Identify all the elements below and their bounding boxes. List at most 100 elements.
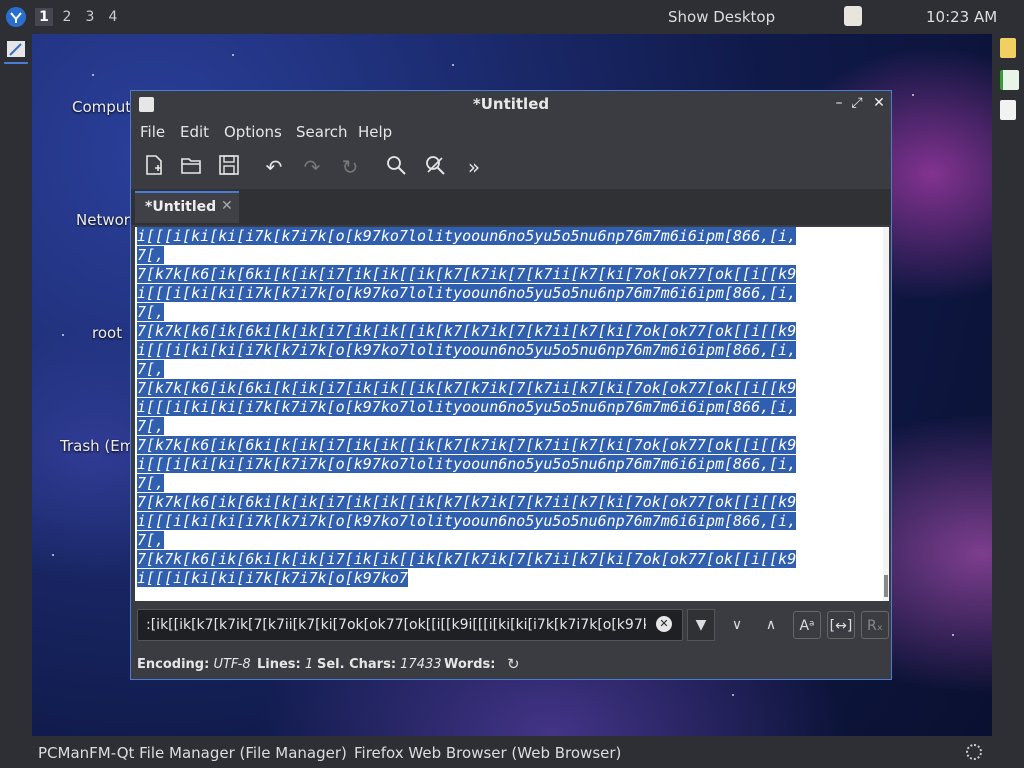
clock[interactable]: 10:23 AM: [926, 8, 997, 26]
selected-text: 7[k7k[k6[ik[6ki[k[ik[i7[ik[ik[[ik[k7[k7i…: [137, 436, 797, 454]
editor-line: i[[[i[ki[ki[i7k[k7i7k[o[k97ko7lolityooun…: [137, 341, 873, 360]
menu-options[interactable]: Options: [224, 123, 282, 141]
clear-search-icon[interactable]: ✕: [656, 616, 672, 632]
regex-icon[interactable]: Rₓ: [861, 611, 889, 639]
editor-line: 7[k7k[k6[ik[6ki[k[ik[i7[ik[ik[[ik[k7[k7i…: [137, 493, 873, 512]
open-folder-icon[interactable]: [178, 154, 204, 180]
selected-text: i[[[i[ki[ki[i7k[k7i7k[o[k97ko7lolityooun…: [137, 341, 797, 359]
selected-text: 7[,: [137, 531, 165, 549]
editor-line: 7[,: [137, 360, 873, 379]
search-history-dropdown[interactable]: ▼: [687, 609, 715, 641]
editor-line: 7[,: [137, 303, 873, 322]
top-panel: 1 2 3 4 Show Desktop 10:23 AM: [0, 0, 1024, 34]
taskbar-item-firefox[interactable]: Firefox Web Browser (Web Browser): [354, 744, 621, 762]
scrollbar-thumb[interactable]: [884, 575, 888, 597]
match-case-icon[interactable]: Aᵃ: [793, 611, 821, 639]
editor-line: i[[[i[ki[ki[i7k[k7i7k[o[k97ko7lolityooun…: [137, 512, 873, 531]
editor-line: 7[,: [137, 246, 873, 265]
more-icon[interactable]: »: [461, 154, 487, 180]
spreadsheet-icon[interactable]: [1000, 70, 1019, 90]
taskbar: PCManFM-Qt File Manager (File Manager) F…: [0, 736, 1024, 768]
selected-text: 7[,: [137, 417, 165, 435]
editor-line: 7[,: [137, 474, 873, 493]
refresh-word-count-icon[interactable]: ↻: [507, 655, 520, 673]
find-icon[interactable]: [383, 154, 409, 180]
editor-line: i[[[i[ki[ki[i7k[k7i7k[o[k97ko7lolityooun…: [137, 227, 873, 246]
minimize-button[interactable]: –: [831, 95, 847, 113]
settings-tray-icon[interactable]: [966, 744, 982, 760]
menubar: File Edit Options Search Help: [131, 119, 891, 145]
encoding-status: Encoding: UTF-8: [137, 657, 251, 672]
editor-line: 7[,: [137, 417, 873, 436]
selected-text: i[[[i[ki[ki[i7k[k7i7k[o[k97ko7: [137, 569, 408, 587]
application-menu-button[interactable]: [4, 5, 28, 29]
workspace-1-button[interactable]: 1: [35, 8, 53, 26]
tab-close-icon[interactable]: ✕: [221, 198, 233, 214]
new-document-icon[interactable]: [141, 154, 167, 180]
featherpad-icon: [7, 41, 25, 57]
menu-search[interactable]: Search: [296, 123, 348, 141]
workspace-4-button[interactable]: 4: [104, 8, 122, 26]
desktop-icon-root[interactable]: root: [92, 324, 122, 342]
vertical-scrollbar[interactable]: [883, 227, 889, 601]
selected-text: 7[k7k[k6[ik[6ki[k[ik[i7[ik[ik[[ik[k7[k7i…: [137, 265, 797, 283]
selected-text: 7[,: [137, 360, 165, 378]
editor-line: i[[[i[ki[ki[i7k[k7i7k[o[k97ko7: [137, 569, 873, 588]
save-icon[interactable]: [216, 154, 242, 180]
app-menu-icon: [6, 7, 26, 27]
editor-line: 7[k7k[k6[ik[6ki[k[ik[i7[ik[ik[[ik[k7[k7i…: [137, 322, 873, 341]
selected-text: 7[,: [137, 474, 165, 492]
clipboard-icon[interactable]: [844, 6, 862, 26]
reload-icon[interactable]: ↻: [337, 154, 363, 180]
desktop-icon-label: Comput: [72, 98, 132, 116]
formula-document-icon[interactable]: [1000, 100, 1016, 120]
editor-line: i[[[i[ki[ki[i7k[k7i7k[o[k97ko7lolityooun…: [137, 455, 873, 474]
find-previous-icon[interactable]: ∧: [757, 611, 785, 639]
search-input-text: :[ik[[ik[k7[k7ik[7[k7ii[k7[ki[7ok[ok77[o…: [146, 617, 646, 633]
editor-line: i[[[i[ki[ki[i7k[k7i7k[o[k97ko7lolityooun…: [137, 284, 873, 303]
close-button[interactable]: ✕: [871, 95, 887, 113]
editor-line: 7[k7k[k6[ik[6ki[k[ik[i7[ik[ik[[ik[k7[k7i…: [137, 550, 873, 569]
menu-help[interactable]: Help: [358, 123, 392, 141]
selected-text: 7[,: [137, 303, 165, 321]
workspace-3-button[interactable]: 3: [81, 8, 99, 26]
text-editor[interactable]: i[[[i[ki[ki[i7k[k7i7k[o[k97ko7lolityooun…: [135, 227, 889, 601]
tab-bar: *Untitled ✕: [131, 189, 891, 225]
toolbar: ↶ ↷ ↻ »: [131, 145, 891, 187]
find-bar: :[ik[[ik[k7[k7ik[7[k7ii[k7[ki[7ok[ok77[o…: [131, 603, 891, 647]
qt-document-icon[interactable]: [1000, 38, 1016, 58]
show-desktop-button[interactable]: Show Desktop: [668, 8, 775, 26]
menu-file[interactable]: File: [140, 123, 165, 141]
undo-icon[interactable]: ↶: [261, 154, 287, 180]
tab-untitled[interactable]: *Untitled ✕: [135, 191, 239, 223]
workspace-2-button[interactable]: 2: [58, 8, 76, 26]
featherpad-window-button[interactable]: [4, 38, 28, 64]
replace-icon[interactable]: [422, 154, 448, 180]
selected-text: i[[[i[ki[ki[i7k[k7i7k[o[k97ko7lolityooun…: [137, 284, 797, 302]
selected-text: 7[k7k[k6[ik[6ki[k[ik[i7[ik[ik[[ik[k7[k7i…: [137, 379, 797, 397]
maximize-button[interactable]: ⤢: [849, 95, 865, 113]
search-input[interactable]: :[ik[[ik[k7[k7ik[7[k7ii[k7[ki[7ok[ok77[o…: [137, 609, 683, 641]
redo-icon[interactable]: ↷: [299, 154, 325, 180]
window-title: *Untitled: [472, 95, 550, 113]
find-next-icon[interactable]: ∨: [723, 611, 751, 639]
selected-text: i[[[i[ki[ki[i7k[k7i7k[o[k97ko7lolityooun…: [137, 227, 797, 245]
whole-word-icon[interactable]: [↔]: [827, 611, 855, 639]
status-bar: Encoding: UTF-8 Lines: 1 Sel. Chars: 174…: [131, 649, 891, 679]
menu-edit[interactable]: Edit: [180, 123, 209, 141]
editor-content[interactable]: i[[[i[ki[ki[i7k[k7i7k[o[k97ko7lolityooun…: [137, 227, 873, 588]
editor-line: 7[k7k[k6[ik[6ki[k[ik[i7[ik[ik[[ik[k7[k7i…: [137, 436, 873, 455]
desktop-icon-trash[interactable]: Trash (Em: [60, 437, 134, 455]
tab-label: *Untitled: [145, 199, 217, 215]
desktop-icon-network[interactable]: Networ: [76, 211, 130, 229]
selected-chars-status: Sel. Chars: 17433: [317, 657, 442, 672]
taskbar-item-file-manager[interactable]: PCManFM-Qt File Manager (File Manager): [38, 744, 347, 762]
editor-line: i[[[i[ki[ki[i7k[k7i7k[o[k97ko7lolityooun…: [137, 398, 873, 417]
desktop-icon-label: Networ: [76, 211, 130, 229]
desktop-icon-label: Trash (Em: [60, 437, 135, 455]
lines-status: Lines: 1: [257, 657, 314, 672]
desktop-icon-computer[interactable]: Comput: [72, 98, 131, 116]
editor-line: 7[k7k[k6[ik[6ki[k[ik[i7[ik[ik[[ik[k7[k7i…: [137, 379, 873, 398]
words-status: Words:: [444, 657, 496, 672]
window-titlebar[interactable]: *Untitled – ⤢ ✕: [131, 91, 891, 119]
